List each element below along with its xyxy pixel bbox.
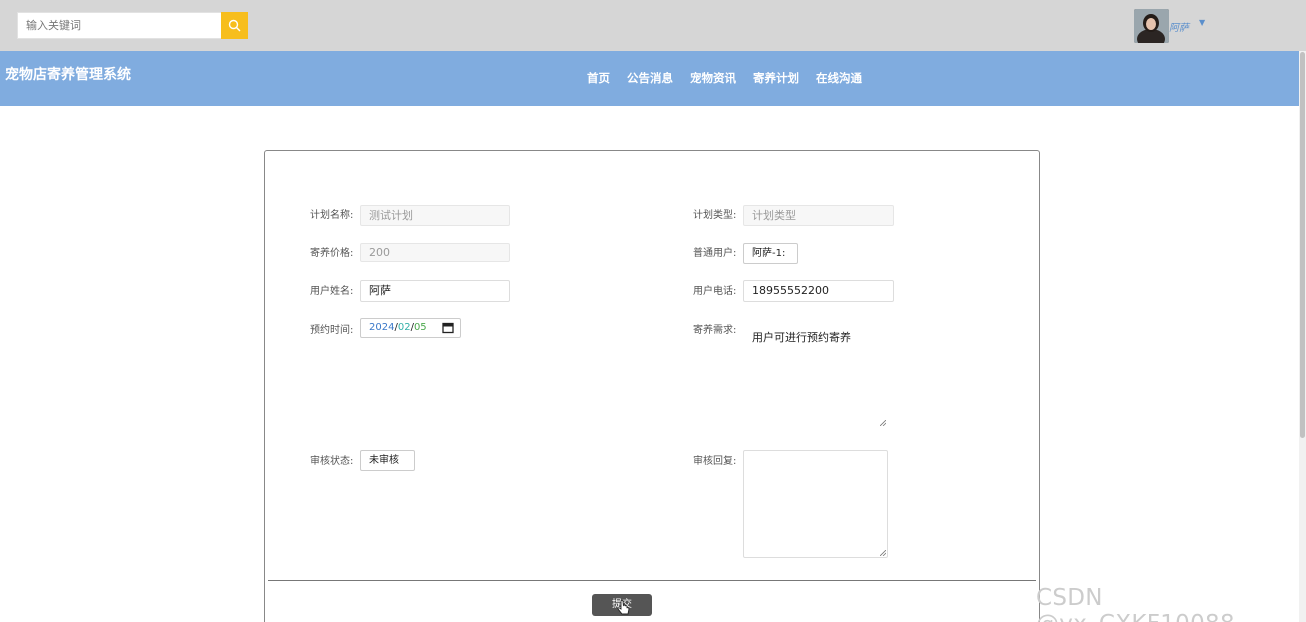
search-icon [228, 19, 241, 32]
avatar[interactable] [1134, 9, 1169, 43]
resize-handle-icon[interactable] [880, 420, 886, 426]
nav-item-boarding-plans[interactable]: 寄养计划 [753, 70, 799, 86]
nav-item-chat[interactable]: 在线沟通 [816, 70, 862, 86]
boarding-needs-text: 用户可进行预约寄养 [752, 331, 851, 344]
calendar-icon[interactable] [440, 322, 458, 335]
site-title: 宠物店寄养管理系统 [5, 67, 131, 83]
nav-item-home[interactable]: 首页 [587, 70, 610, 86]
review-status-select[interactable]: 未审核 [360, 450, 415, 471]
price-label: 寄养价格: [310, 248, 354, 259]
watermark: CSDN @vx_CXKF10088 [1036, 585, 1235, 622]
boarding-needs-label: 寄养需求: [693, 325, 737, 336]
resize-handle-icon[interactable] [880, 550, 886, 556]
main-nav: 首页 公告消息 宠物资讯 寄养计划 在线沟通 [587, 70, 862, 86]
form-divider [268, 580, 1036, 581]
date-month: 02 [397, 322, 411, 333]
date-day: 05 [413, 322, 427, 333]
user-account-label: 普通用户: [693, 248, 737, 259]
plan-name-field: 测试计划 [360, 205, 510, 226]
search-button[interactable] [221, 12, 248, 39]
user-phone-input[interactable]: 18955552200 [743, 280, 894, 302]
nav-bar: 宠物店寄养管理系统 首页 公告消息 宠物资讯 寄养计划 在线沟通 [0, 51, 1306, 106]
plan-type-label: 计划类型: [693, 210, 737, 221]
chevron-down-icon[interactable]: ▼ [1199, 18, 1205, 27]
user-account-select[interactable]: 阿萨-1: [743, 243, 798, 264]
plan-name-label: 计划名称: [310, 210, 354, 221]
user-name-input[interactable]: 阿萨 [360, 280, 510, 302]
user-phone-label: 用户电话: [693, 286, 737, 297]
search-input[interactable]: 输入关键词 [17, 12, 221, 39]
booking-time-label: 预约时间: [310, 325, 354, 336]
plan-type-field: 计划类型 [743, 205, 894, 226]
username[interactable]: 阿萨 [1169, 19, 1189, 34]
hand-cursor-icon [617, 600, 630, 615]
review-reply-label: 审核回复: [693, 456, 737, 467]
review-status-label: 审核状态: [310, 456, 354, 467]
boarding-needs-textarea[interactable]: 用户可进行预约寄养 [743, 320, 888, 428]
review-reply-textarea[interactable] [743, 450, 888, 558]
date-year: 2024 [369, 322, 395, 333]
nav-item-announcements[interactable]: 公告消息 [627, 70, 673, 86]
user-name-label: 用户姓名: [310, 286, 354, 297]
nav-item-pet-news[interactable]: 宠物资讯 [690, 70, 736, 86]
price-field: 200 [360, 243, 510, 262]
scrollbar-thumb[interactable] [1300, 52, 1305, 438]
